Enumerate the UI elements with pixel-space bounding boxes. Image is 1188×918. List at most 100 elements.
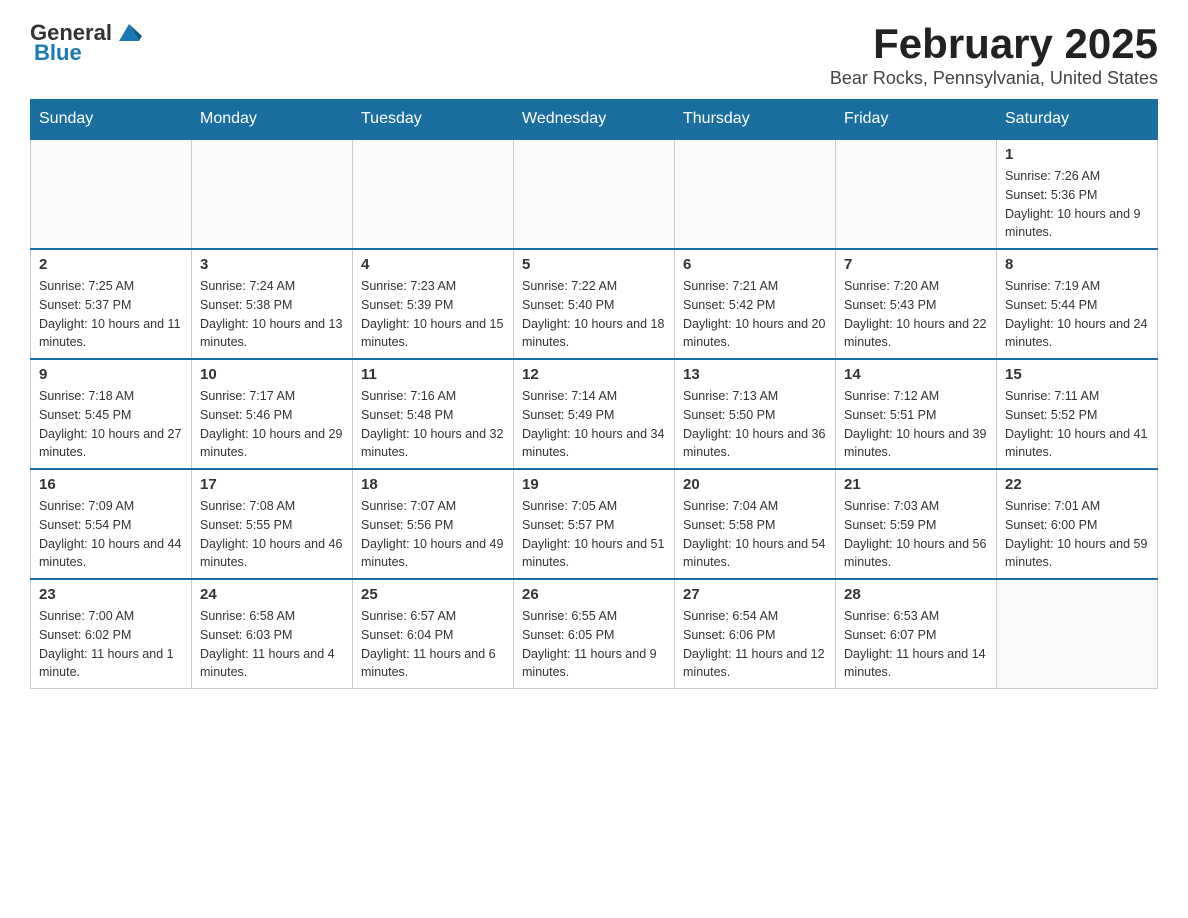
weekday-header-tuesday: Tuesday [353,100,514,140]
logo: General Blue [30,20,144,66]
day-info: Sunrise: 7:03 AMSunset: 5:59 PMDaylight:… [844,497,988,572]
day-info: Sunrise: 7:17 AMSunset: 5:46 PMDaylight:… [200,387,344,462]
day-number: 5 [522,256,666,273]
day-number: 25 [361,586,505,603]
day-info: Sunrise: 6:55 AMSunset: 6:05 PMDaylight:… [522,607,666,682]
calendar-cell: 20 Sunrise: 7:04 AMSunset: 5:58 PMDayligh… [675,469,836,579]
day-number: 11 [361,366,505,383]
calendar-cell: 15 Sunrise: 7:11 AMSunset: 5:52 PMDayligh… [997,359,1158,469]
day-info: Sunrise: 7:07 AMSunset: 5:56 PMDaylight:… [361,497,505,572]
day-number: 10 [200,366,344,383]
day-info: Sunrise: 7:24 AMSunset: 5:38 PMDaylight:… [200,277,344,352]
weekday-header-thursday: Thursday [675,100,836,140]
day-number: 6 [683,256,827,273]
weekday-header-monday: Monday [192,100,353,140]
day-number: 14 [844,366,988,383]
calendar-cell: 8 Sunrise: 7:19 AMSunset: 5:44 PMDaylight… [997,249,1158,359]
page-subtitle: Bear Rocks, Pennsylvania, United States [830,68,1158,89]
calendar-cell: 6 Sunrise: 7:21 AMSunset: 5:42 PMDaylight… [675,249,836,359]
title-block: February 2025 Bear Rocks, Pennsylvania, … [830,20,1158,89]
calendar-cell [836,139,997,249]
calendar-cell: 22Sunrise: 7:01 AMSunset: 6:00 PMDayligh… [997,469,1158,579]
page-header: General Blue February 2025 Bear Rocks, P… [30,20,1158,89]
calendar-cell: 23 Sunrise: 7:00 AMSunset: 6:02 PMDayligh… [31,579,192,689]
day-number: 8 [1005,256,1149,273]
day-info: Sunrise: 7:11 AMSunset: 5:52 PMDaylight:… [1005,387,1149,462]
calendar-cell: 4 Sunrise: 7:23 AMSunset: 5:39 PMDaylight… [353,249,514,359]
week-row-5: 23 Sunrise: 7:00 AMSunset: 6:02 PMDayligh… [31,579,1158,689]
calendar-cell: 10 Sunrise: 7:17 AMSunset: 5:46 PMDayligh… [192,359,353,469]
calendar-cell [31,139,192,249]
day-info: Sunrise: 6:58 AMSunset: 6:03 PMDaylight:… [200,607,344,682]
calendar-cell: 1Sunrise: 7:26 AMSunset: 5:36 PMDaylight… [997,139,1158,249]
day-info: Sunrise: 7:20 AMSunset: 5:43 PMDaylight:… [844,277,988,352]
calendar-cell: 21Sunrise: 7:03 AMSunset: 5:59 PMDayligh… [836,469,997,579]
day-info: Sunrise: 7:19 AMSunset: 5:44 PMDaylight:… [1005,277,1149,352]
calendar-cell: 19 Sunrise: 7:05 AMSunset: 5:57 PMDayligh… [514,469,675,579]
day-number: 24 [200,586,344,603]
calendar-cell: 13 Sunrise: 7:13 AMSunset: 5:50 PMDayligh… [675,359,836,469]
day-info: Sunrise: 7:13 AMSunset: 5:50 PMDaylight:… [683,387,827,462]
day-info: Sunrise: 7:16 AMSunset: 5:48 PMDaylight:… [361,387,505,462]
day-number: 26 [522,586,666,603]
day-info: Sunrise: 7:12 AMSunset: 5:51 PMDaylight:… [844,387,988,462]
calendar-cell: 24 Sunrise: 6:58 AMSunset: 6:03 PMDayligh… [192,579,353,689]
week-row-3: 9 Sunrise: 7:18 AMSunset: 5:45 PMDaylight… [31,359,1158,469]
calendar-table: SundayMondayTuesdayWednesdayThursdayFrid… [30,99,1158,689]
day-info: Sunrise: 7:26 AMSunset: 5:36 PMDaylight:… [1005,167,1149,242]
calendar-cell [192,139,353,249]
logo-icon [114,16,144,46]
day-number: 17 [200,476,344,493]
calendar-cell: 9 Sunrise: 7:18 AMSunset: 5:45 PMDaylight… [31,359,192,469]
day-number: 15 [1005,366,1149,383]
calendar-cell: 25 Sunrise: 6:57 AMSunset: 6:04 PMDayligh… [353,579,514,689]
calendar-cell: 18 Sunrise: 7:07 AMSunset: 5:56 PMDayligh… [353,469,514,579]
calendar-cell: 12Sunrise: 7:14 AMSunset: 5:49 PMDayligh… [514,359,675,469]
day-number: 18 [361,476,505,493]
calendar-cell: 5 Sunrise: 7:22 AMSunset: 5:40 PMDaylight… [514,249,675,359]
calendar-cell: 17Sunrise: 7:08 AMSunset: 5:55 PMDayligh… [192,469,353,579]
day-info: Sunrise: 6:57 AMSunset: 6:04 PMDaylight:… [361,607,505,682]
week-row-1: 1Sunrise: 7:26 AMSunset: 5:36 PMDaylight… [31,139,1158,249]
day-number: 27 [683,586,827,603]
calendar-cell: 7 Sunrise: 7:20 AMSunset: 5:43 PMDaylight… [836,249,997,359]
week-row-2: 2Sunrise: 7:25 AMSunset: 5:37 PMDaylight… [31,249,1158,359]
day-number: 13 [683,366,827,383]
day-number: 23 [39,586,183,603]
day-info: Sunrise: 7:21 AMSunset: 5:42 PMDaylight:… [683,277,827,352]
day-info: Sunrise: 7:14 AMSunset: 5:49 PMDaylight:… [522,387,666,462]
day-number: 3 [200,256,344,273]
page-title: February 2025 [830,20,1158,68]
day-number: 28 [844,586,988,603]
calendar-header-row: SundayMondayTuesdayWednesdayThursdayFrid… [31,100,1158,140]
calendar-cell: 2Sunrise: 7:25 AMSunset: 5:37 PMDaylight… [31,249,192,359]
calendar-cell: 3 Sunrise: 7:24 AMSunset: 5:38 PMDaylight… [192,249,353,359]
weekday-header-wednesday: Wednesday [514,100,675,140]
day-info: Sunrise: 7:04 AMSunset: 5:58 PMDaylight:… [683,497,827,572]
weekday-header-sunday: Sunday [31,100,192,140]
day-number: 9 [39,366,183,383]
calendar-cell: 14 Sunrise: 7:12 AMSunset: 5:51 PMDayligh… [836,359,997,469]
day-number: 4 [361,256,505,273]
day-info: Sunrise: 7:09 AMSunset: 5:54 PMDaylight:… [39,497,183,572]
day-info: Sunrise: 7:23 AMSunset: 5:39 PMDaylight:… [361,277,505,352]
day-info: Sunrise: 7:25 AMSunset: 5:37 PMDaylight:… [39,277,183,352]
week-row-4: 16Sunrise: 7:09 AMSunset: 5:54 PMDayligh… [31,469,1158,579]
calendar-cell [514,139,675,249]
day-info: Sunrise: 7:05 AMSunset: 5:57 PMDaylight:… [522,497,666,572]
logo-blue-text: Blue [34,40,82,66]
day-number: 7 [844,256,988,273]
calendar-cell: 28Sunrise: 6:53 AMSunset: 6:07 PMDayligh… [836,579,997,689]
day-number: 20 [683,476,827,493]
day-info: Sunrise: 7:18 AMSunset: 5:45 PMDaylight:… [39,387,183,462]
calendar-cell [353,139,514,249]
calendar-cell: 11 Sunrise: 7:16 AMSunset: 5:48 PMDayligh… [353,359,514,469]
day-info: Sunrise: 7:22 AMSunset: 5:40 PMDaylight:… [522,277,666,352]
calendar-cell: 16Sunrise: 7:09 AMSunset: 5:54 PMDayligh… [31,469,192,579]
day-number: 19 [522,476,666,493]
calendar-cell: 26 Sunrise: 6:55 AMSunset: 6:05 PMDayligh… [514,579,675,689]
calendar-cell [997,579,1158,689]
day-info: Sunrise: 6:54 AMSunset: 6:06 PMDaylight:… [683,607,827,682]
day-info: Sunrise: 7:00 AMSunset: 6:02 PMDaylight:… [39,607,183,682]
calendar-cell: 27 Sunrise: 6:54 AMSunset: 6:06 PMDayligh… [675,579,836,689]
